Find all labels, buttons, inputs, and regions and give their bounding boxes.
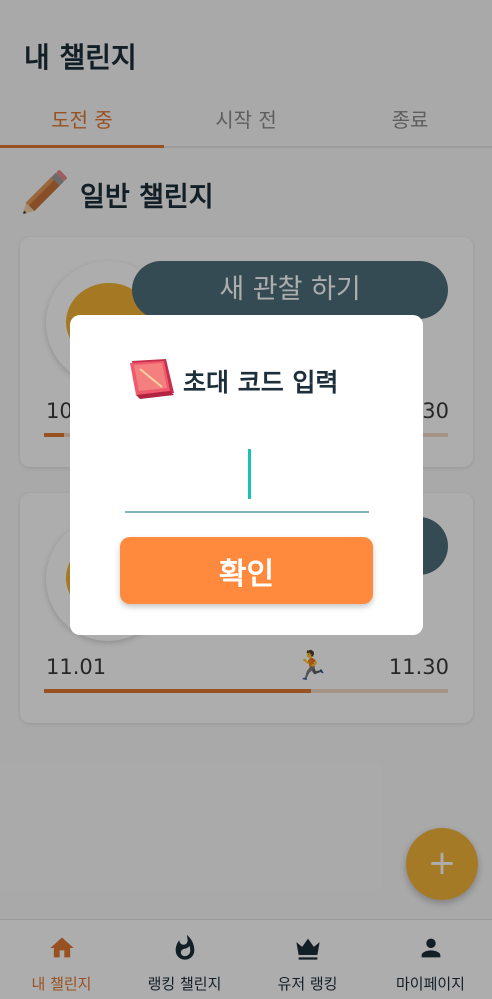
app-screen: 내 챌린지 도전 중 시작 전 종료 일반 챌린지 새 관찰 하기 10 30: [0, 0, 492, 999]
invite-code-input[interactable]: [125, 443, 369, 513]
text-cursor: [248, 449, 251, 499]
confirm-button[interactable]: 확인: [120, 537, 373, 604]
invite-code-dialog: 초대 코드 입력 확인: [70, 315, 423, 635]
dialog-title: 초대 코드 입력: [183, 368, 339, 397]
notebook-icon: [130, 359, 174, 399]
